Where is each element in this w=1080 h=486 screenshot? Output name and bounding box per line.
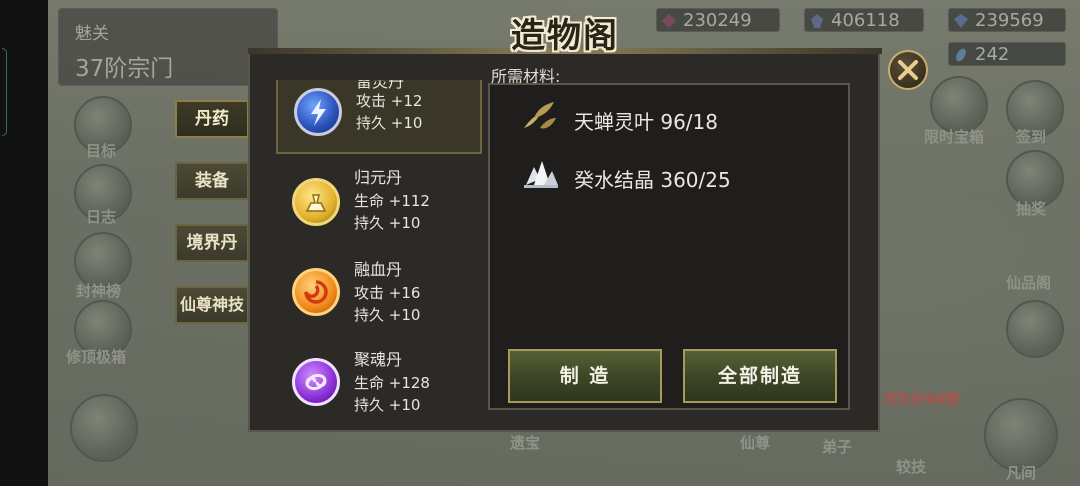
side-label-rank: 封神榜 bbox=[76, 282, 122, 300]
recipe-stat-attack: 攻击 +16 bbox=[354, 284, 421, 302]
level-info-panel: 魅关 37阶宗门 bbox=[58, 8, 278, 86]
close-icon bbox=[898, 60, 918, 80]
craft-button[interactable]: 制 造 bbox=[508, 349, 662, 403]
recipe-stat-attack: 攻击 +12 bbox=[356, 92, 423, 110]
chat-icon[interactable] bbox=[1006, 300, 1064, 358]
mountain-pill-icon bbox=[292, 178, 340, 226]
close-button[interactable] bbox=[888, 50, 928, 90]
resource-counter-1: 230249 bbox=[656, 8, 780, 32]
side-label-sign-in: 签到 bbox=[1016, 128, 1047, 146]
resource-value: 239569 bbox=[975, 10, 1044, 31]
recipe-item-juhun[interactable]: 聚魂丹 生命 +128 持久 +10 bbox=[276, 342, 482, 420]
recipe-item-lightning[interactable]: 雷灵丹 攻击 +12 持久 +10 bbox=[276, 80, 482, 154]
resource-counter-4: 242 bbox=[948, 42, 1066, 66]
hammer-icon[interactable] bbox=[70, 394, 138, 462]
side-label-lottery: 抽奖 bbox=[1016, 200, 1047, 218]
tab-equipment[interactable]: 装备 bbox=[175, 162, 249, 200]
material-leaf: 天蝉灵叶 96/18 bbox=[574, 106, 718, 135]
recipe-name: 归元丹 bbox=[354, 168, 403, 187]
resource-counter-3: 239569 bbox=[948, 8, 1066, 32]
side-label-limited-chest: 限时宝箱 bbox=[924, 128, 985, 146]
lightning-pill-icon bbox=[294, 88, 342, 136]
resource-counter-2: 406118 bbox=[804, 8, 924, 32]
resource-value: 242 bbox=[975, 44, 1010, 65]
recipe-stat-life: 生命 +128 bbox=[354, 374, 430, 392]
side-label-shop: 仙品阁 bbox=[1006, 274, 1052, 292]
tab-realm-pills[interactable]: 境界丹 bbox=[175, 224, 249, 262]
resource-value: 230249 bbox=[683, 10, 752, 31]
crystal-icon bbox=[524, 161, 558, 188]
side-label-immortal: 仙尊 bbox=[740, 434, 771, 452]
recipe-stat-endurance: 持久 +10 bbox=[356, 114, 423, 132]
craft-all-button[interactable]: 全部制造 bbox=[683, 349, 837, 403]
recipe-stat-endurance: 持久 +10 bbox=[354, 396, 421, 414]
gem-icon bbox=[662, 14, 676, 28]
recipe-stat-endurance: 持久 +10 bbox=[354, 214, 421, 232]
soul-pill-icon bbox=[292, 358, 340, 406]
tab-immortal-skills[interactable]: 仙尊神技 bbox=[175, 286, 249, 324]
swirl-pill-icon bbox=[292, 268, 340, 316]
screen-edge bbox=[0, 0, 48, 486]
edge-handle bbox=[2, 48, 7, 136]
leaf-icon bbox=[524, 102, 556, 129]
side-label-log: 日志 bbox=[86, 208, 117, 226]
recipe-name: 聚魂丹 bbox=[354, 350, 403, 369]
crystal-icon bbox=[811, 14, 823, 28]
dialog-title: 造物阁 bbox=[511, 16, 619, 56]
recipe-list[interactable]: 雷灵丹 攻击 +12 持久 +10 归元丹 生命 +112 持久 +10 融血丹… bbox=[276, 80, 482, 420]
jade-icon bbox=[956, 48, 966, 62]
level-name: 37阶宗门 bbox=[75, 56, 174, 82]
material-amount: 360/25 bbox=[660, 168, 731, 192]
recipe-item-rongxue[interactable]: 融血丹 攻击 +16 持久 +10 bbox=[276, 252, 482, 340]
tab-pills[interactable]: 丹药 bbox=[175, 100, 249, 138]
material-crystal: 癸水结晶 360/25 bbox=[574, 164, 731, 193]
level-title: 魅关 bbox=[75, 24, 109, 44]
diamond-icon bbox=[954, 14, 968, 28]
side-label-relic: 遗宝 bbox=[510, 434, 541, 452]
side-label-target: 目标 bbox=[86, 142, 117, 160]
material-amount: 96/18 bbox=[660, 110, 718, 134]
side-label-disciple: 弟子 bbox=[822, 438, 853, 456]
resource-value: 406118 bbox=[831, 10, 900, 31]
recipe-stat-endurance: 持久 +10 bbox=[354, 306, 421, 324]
timer-text: 时5分56秒 bbox=[884, 390, 961, 408]
material-name: 天蝉灵叶 bbox=[574, 110, 654, 134]
material-name: 癸水结晶 bbox=[574, 168, 654, 192]
mortal-world-icon[interactable] bbox=[984, 398, 1058, 472]
side-label-chest: 修顶极箱 bbox=[66, 348, 127, 366]
side-label-mortal: 凡间 bbox=[1006, 464, 1037, 482]
recipe-item-guiyuan[interactable]: 归元丹 生命 +112 持久 +10 bbox=[276, 160, 482, 248]
recipe-name: 融血丹 bbox=[354, 260, 403, 279]
side-label-duel: 较技 bbox=[896, 458, 927, 476]
recipe-stat-life: 生命 +112 bbox=[354, 192, 430, 210]
